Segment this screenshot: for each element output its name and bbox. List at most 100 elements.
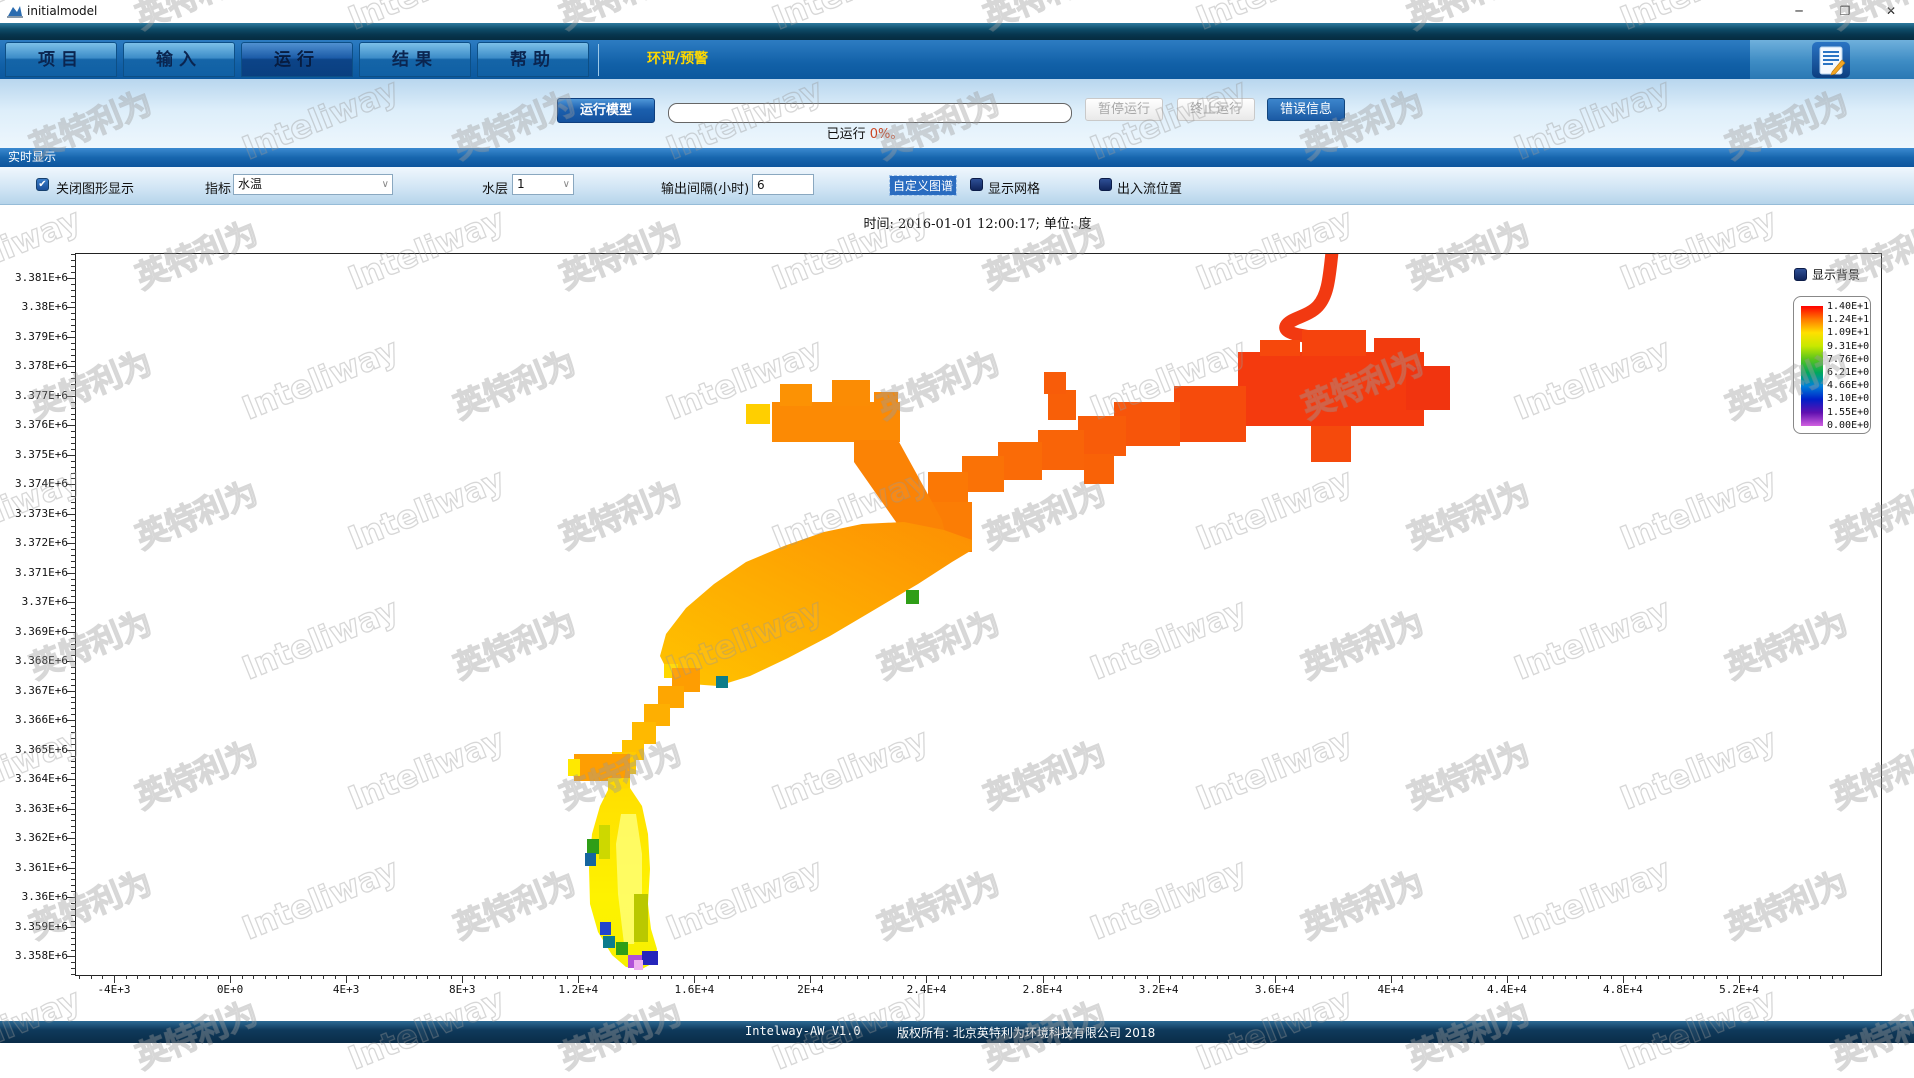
x-minor-tick [1611,975,1612,979]
app-version-text: Intelway-AW V1.0 [745,1024,861,1038]
x-minor-tick [799,975,800,979]
x-minor-tick [1217,975,1218,979]
colorbar-value: 0.00E+0 [1827,420,1869,431]
x-minor-tick [857,975,858,979]
indicator-label: 指标 [205,178,231,197]
x-minor-tick [903,975,904,979]
x-minor-tick [520,975,521,979]
tab-eia-warning[interactable]: 环评/预警 [647,40,708,79]
flow-positions-checkbox[interactable] [1099,178,1112,191]
y-minor-tick [71,626,76,627]
y-tick-mark [67,278,76,279]
x-minor-tick [207,975,208,979]
realtime-display-header: 实时显示 [0,148,1914,167]
copyright-text: 版权所有: 北京英特利为环境科技有限公司 2018 [897,1024,1155,1041]
x-minor-tick [1658,975,1659,979]
document-edit-icon[interactable] [1812,42,1850,78]
x-minor-tick [1495,975,1496,979]
y-minor-tick [71,272,76,273]
y-minor-tick [71,714,76,715]
x-minor-tick [1368,975,1369,979]
x-minor-tick [601,975,602,979]
window-title: initialmodel [27,4,97,18]
x-minor-tick [1205,975,1206,979]
y-tick-mark [67,661,76,662]
x-minor-tick [439,975,440,979]
colorbar-value: 1.09E+1 [1827,327,1869,338]
show-background-checkbox[interactable] [1794,268,1807,281]
x-minor-tick [1751,975,1752,979]
error-info-button[interactable]: 错误信息 [1267,98,1345,121]
x-minor-tick [485,975,486,979]
x-minor-tick [1449,975,1450,979]
show-background-toggle[interactable]: 显示背景 [1794,266,1860,283]
y-tick-label: 3.371E+6 [6,566,68,579]
close-graph-checkbox[interactable]: ✔ [36,178,49,191]
x-minor-tick [184,975,185,979]
show-grid-checkbox[interactable] [970,178,983,191]
y-minor-tick [71,461,76,462]
y-minor-tick [71,431,76,432]
y-minor-tick [71,296,76,297]
tab-help[interactable]: 帮助 [477,42,589,77]
y-minor-tick [71,384,76,385]
y-minor-tick [71,532,76,533]
y-tick-mark [67,868,76,869]
run-model-button[interactable]: 运行模型 [557,98,655,123]
x-minor-tick [1077,975,1078,979]
tab-results[interactable]: 结果 [359,42,471,77]
x-minor-tick [1820,975,1821,979]
x-tick-mark [1159,975,1160,983]
app-icon [7,3,23,19]
y-minor-tick [71,555,76,556]
x-tick-label: 2E+4 [765,983,855,996]
pause-run-button[interactable]: 暂停运行 [1085,98,1163,121]
x-minor-tick [1356,975,1357,979]
x-minor-tick [729,975,730,979]
indicator-select[interactable]: 水温 ∨ [233,174,393,195]
show-grid-label: 显示网格 [988,178,1040,197]
x-minor-tick [393,975,394,979]
y-minor-tick [71,962,76,963]
show-background-label: 显示背景 [1812,268,1860,282]
close-button[interactable]: ✕ [1868,0,1914,23]
tab-input[interactable]: 输入 [123,42,235,77]
x-minor-tick [938,975,939,979]
x-minor-tick [149,975,150,979]
custom-palette-button[interactable]: 自定义图谱 [890,176,956,195]
y-minor-tick [71,655,76,656]
y-minor-tick [71,803,76,804]
y-minor-tick [71,343,76,344]
x-minor-tick [195,975,196,979]
x-tick-label: 4.8E+4 [1578,983,1668,996]
x-minor-tick [648,975,649,979]
x-minor-tick [79,975,80,979]
tab-project[interactable]: 项目 [5,42,117,77]
x-tick-label: -4E+3 [69,983,159,996]
y-minor-tick [71,596,76,597]
layer-select[interactable]: 1 ∨ [512,174,574,195]
y-tick-label: 3.36E+6 [6,890,68,903]
y-tick-mark [67,366,76,367]
y-minor-tick [71,378,76,379]
y-minor-tick [71,726,76,727]
x-minor-tick [1635,975,1636,979]
interval-input[interactable] [752,174,814,195]
y-minor-tick [71,932,76,933]
y-minor-tick [71,284,76,285]
x-minor-tick [985,975,986,979]
y-minor-tick [71,826,76,827]
x-tick-label: 4.4E+4 [1462,983,1552,996]
y-minor-tick [71,921,76,922]
layer-value: 1 [517,177,525,191]
x-minor-tick [172,975,173,979]
y-tick-label: 3.377E+6 [6,389,68,402]
y-minor-tick [71,773,76,774]
y-tick-mark [67,573,76,574]
restore-button[interactable]: ❐ [1822,0,1868,23]
tab-run[interactable]: 运行 [241,42,353,77]
y-tick-mark [67,956,76,957]
stop-run-button[interactable]: 终止运行 [1177,98,1255,121]
x-minor-tick [1170,975,1171,979]
minimize-button[interactable]: ─ [1776,0,1822,23]
